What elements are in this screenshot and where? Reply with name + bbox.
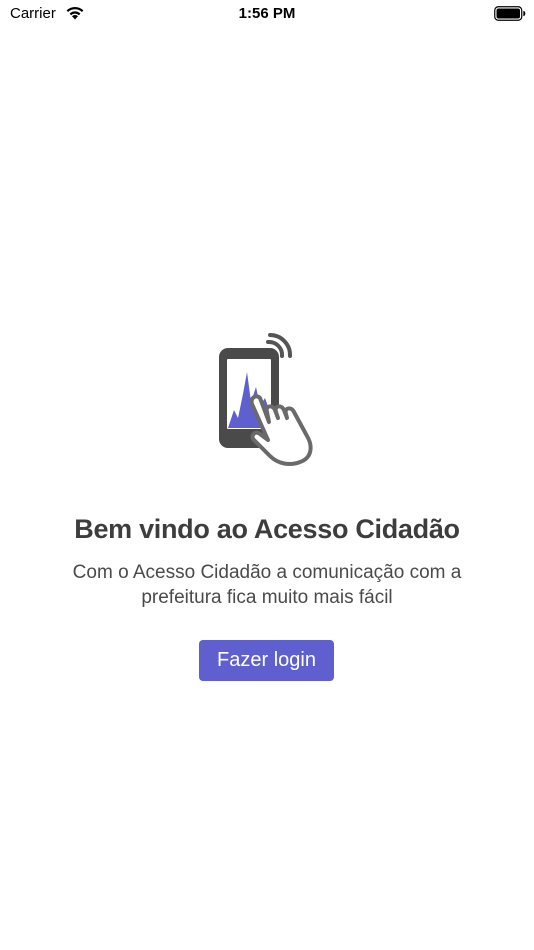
phone-touch-icon: [219, 332, 313, 466]
page-title: Bem vindo ao Acesso Cidadão: [74, 514, 460, 544]
battery-icon: [494, 6, 526, 21]
status-bar: Carrier 1:56 PM: [0, 0, 534, 28]
welcome-subtitle: Com o Acesso Cidadão a comunicação com a…: [72, 562, 462, 608]
login-button[interactable]: Fazer login: [199, 640, 334, 681]
status-time: 1:56 PM: [238, 5, 296, 22]
